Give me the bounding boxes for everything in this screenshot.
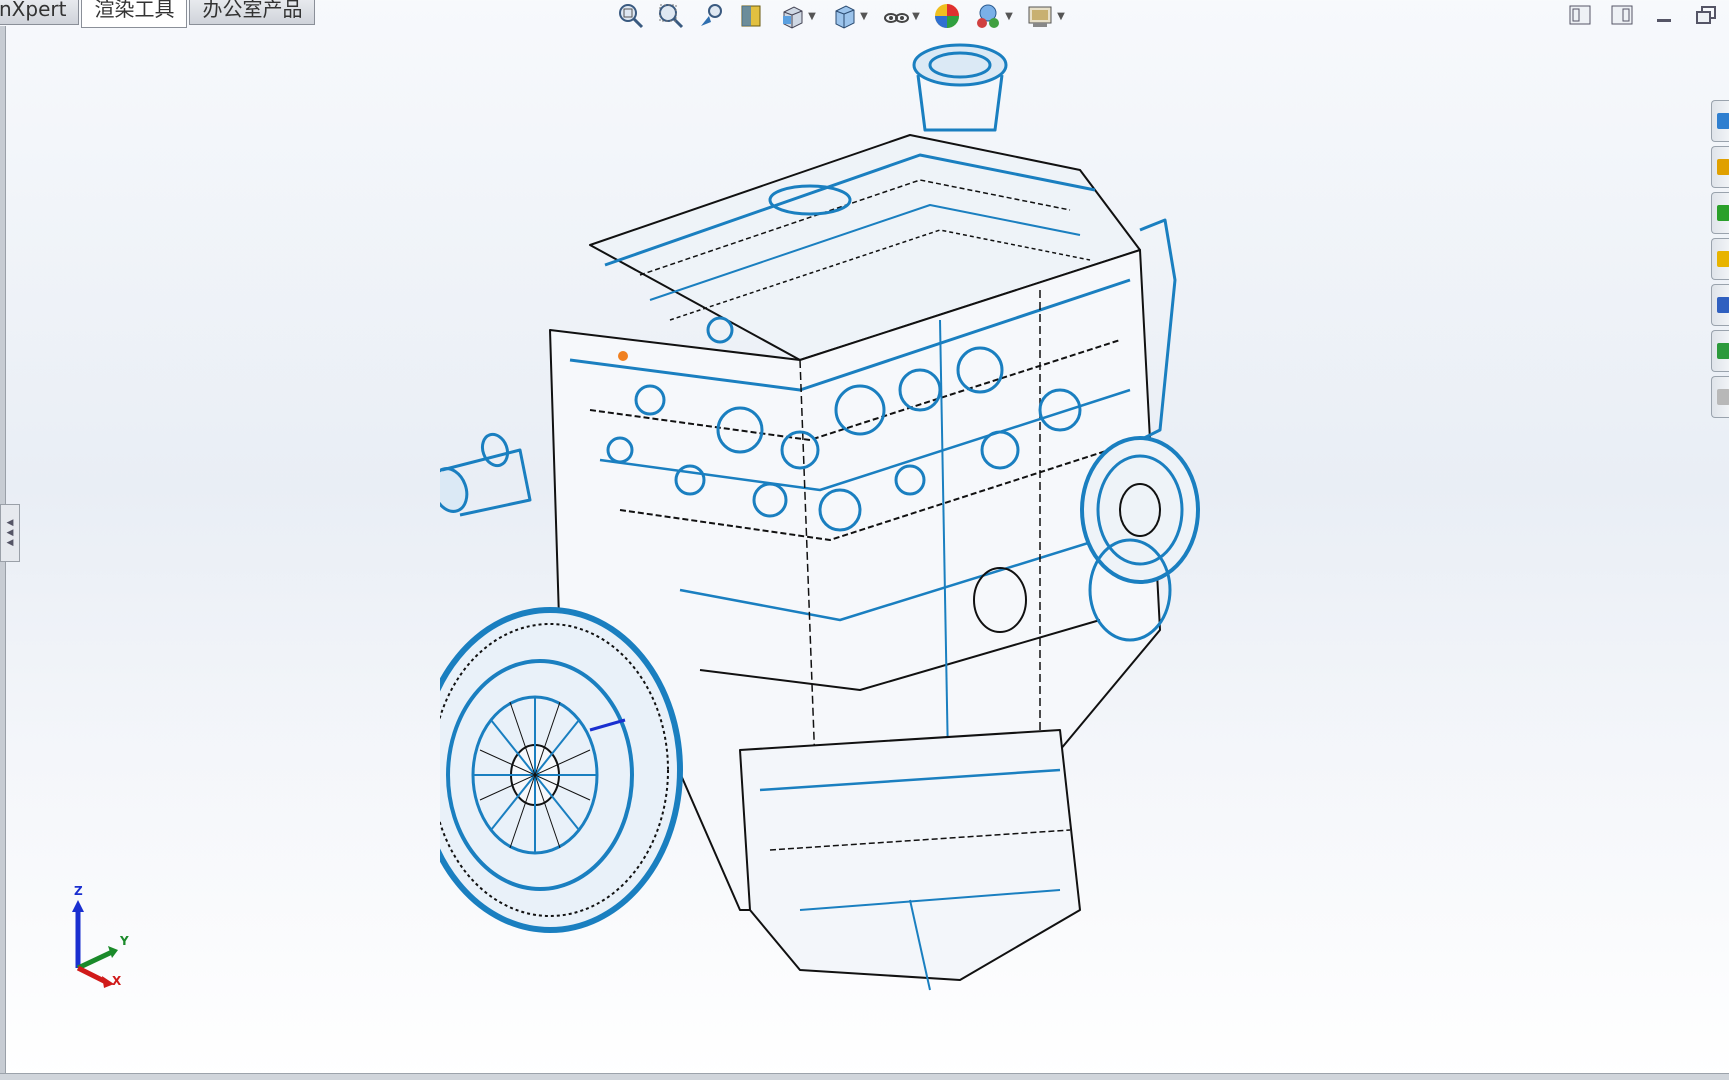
home-icon (1717, 159, 1729, 175)
triad-y-label: Y (120, 934, 129, 948)
file-explorer-icon (1717, 251, 1729, 267)
view-settings-button[interactable]: ▼ (1022, 1, 1068, 31)
edit-appearance-icon (935, 4, 959, 28)
appearances-icon (1717, 343, 1729, 359)
chevron-left-icon: ◀ (6, 528, 14, 538)
tile-right-button[interactable] (1607, 2, 1637, 28)
engine-model-graphics[interactable] (440, 30, 1300, 1010)
tab-nxpert[interactable]: nXpert (0, 0, 80, 25)
minimize-icon (1657, 19, 1671, 22)
reference-triad: Z Y X (60, 884, 140, 990)
feature-manager-collapse-handle[interactable]: ◀ ◀ ◀ (0, 504, 20, 562)
heads-up-view-toolbar: ▼ ▼ ▼ ▼ ▼ (614, 0, 1068, 32)
display-style-button[interactable]: ▼ (826, 1, 872, 31)
hide-show-items-icon (884, 13, 910, 23)
section-view-icon (741, 5, 761, 27)
chevron-left-icon: ◀ (6, 518, 14, 528)
triad-x-label: X (112, 974, 122, 988)
zoom-to-area-button[interactable] (654, 1, 688, 31)
section-view-button[interactable] (734, 1, 768, 31)
status-bar-edge (0, 1073, 1729, 1080)
origin-point-marker (618, 351, 628, 361)
zoom-to-fit-button[interactable] (614, 1, 648, 31)
resources-tab[interactable] (1711, 100, 1729, 142)
view-settings-icon (1028, 6, 1052, 27)
restore-button[interactable] (1691, 2, 1721, 28)
apply-scene-button[interactable]: ▼ (970, 1, 1016, 31)
tab-render-tools[interactable]: 渲染工具 (81, 0, 188, 28)
coolant-outlet (440, 432, 532, 517)
design-library-tab[interactable] (1711, 192, 1729, 234)
tab-office-products[interactable]: 办公室产品 (189, 0, 316, 25)
view-palette-icon (1717, 297, 1729, 313)
custom-properties-tab[interactable] (1711, 376, 1729, 418)
flywheel-clutch (440, 607, 683, 933)
apply-scene-icon (977, 4, 1000, 28)
design-library-icon (1717, 205, 1729, 221)
chevron-left-icon: ◀ (6, 538, 14, 548)
restore-icon (1696, 6, 1716, 24)
view-palette-tab[interactable] (1711, 284, 1729, 326)
hide-show-items-button[interactable]: ▼ (878, 1, 924, 31)
home-tab[interactable] (1711, 146, 1729, 188)
display-style-icon (835, 5, 855, 29)
tile-right-icon (1611, 5, 1633, 25)
oil-pan (739, 729, 1081, 991)
previous-view-icon (701, 4, 722, 26)
minimize-button[interactable] (1649, 2, 1679, 28)
tile-left-button[interactable] (1565, 2, 1595, 28)
view-orientation-icon (783, 6, 803, 29)
oil-filler-cap (912, 43, 1008, 132)
tile-left-icon (1569, 5, 1591, 25)
previous-view-button[interactable] (694, 1, 728, 31)
command-manager-tabs: nXpert 渲染工具 办公室产品 (0, 0, 316, 28)
file-explorer-tab[interactable] (1711, 238, 1729, 280)
window-controls (1565, 2, 1729, 28)
zoom-to-fit-icon (619, 4, 644, 29)
triad-z-label: Z (74, 884, 83, 898)
custom-properties-icon (1717, 389, 1729, 405)
edit-appearance-button[interactable] (930, 1, 964, 31)
appearances-tab[interactable] (1711, 330, 1729, 372)
view-orientation-button[interactable]: ▼ (774, 1, 820, 31)
zoom-to-area-icon (659, 4, 684, 29)
task-pane-tabs (1711, 100, 1729, 418)
resources-icon (1717, 113, 1729, 129)
